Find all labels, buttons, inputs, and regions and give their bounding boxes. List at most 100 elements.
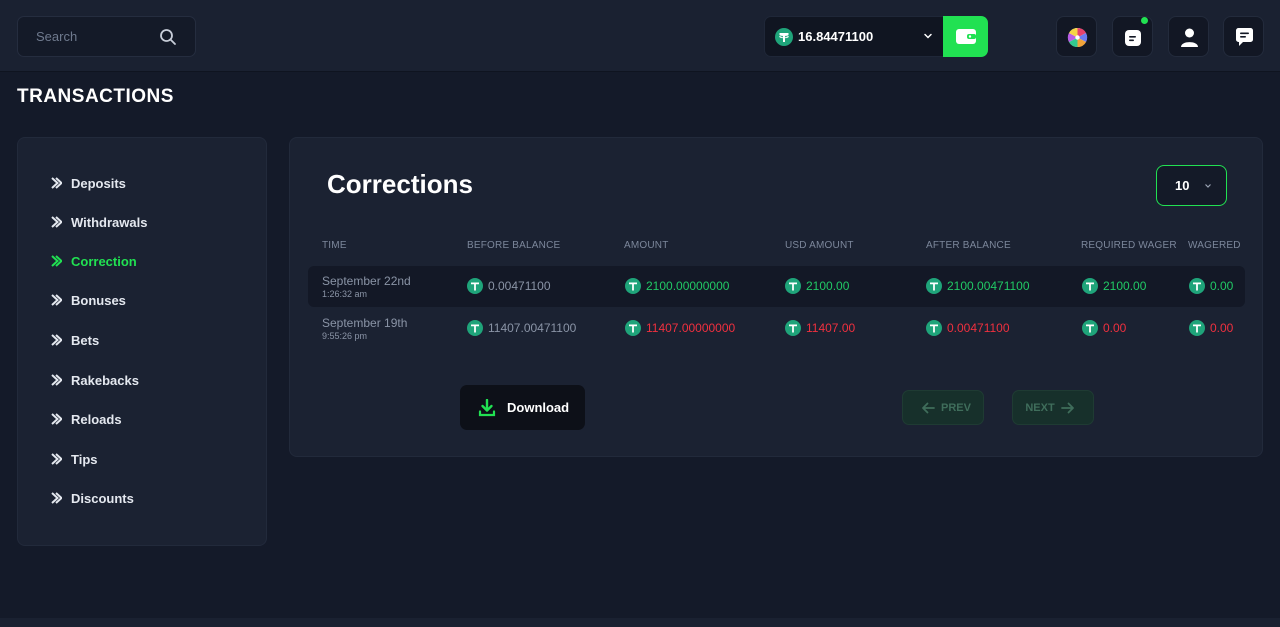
search-icon[interactable] — [159, 28, 177, 46]
tether-coin-icon — [1082, 278, 1098, 294]
row-date: September 22nd — [322, 274, 411, 288]
after-balance-cell: 0.00471100 — [926, 320, 1010, 336]
row-time: 1:26:32 am — [322, 289, 368, 299]
sidebar-item-bonuses[interactable]: Bonuses — [51, 290, 126, 310]
rewards-button[interactable] — [1112, 16, 1153, 57]
sidebar-item-withdrawals[interactable]: Withdrawals — [51, 212, 147, 232]
balance-value: 16.84471100 — [798, 29, 874, 44]
sidebar-item-label: Discounts — [71, 490, 134, 506]
table-row: September 19th 9:55:26 pm 11407.00471100… — [308, 308, 1245, 349]
arrow-right-icon — [51, 255, 62, 267]
tether-coin-icon — [926, 320, 942, 336]
wheel-icon — [1067, 27, 1088, 48]
tether-coin-icon — [625, 278, 641, 294]
sidebar-item-bets[interactable]: Bets — [51, 330, 99, 350]
tether-coin-icon — [785, 320, 801, 336]
profile-button[interactable] — [1168, 16, 1209, 57]
wallet-button[interactable] — [943, 16, 988, 57]
sidebar-item-label: Bets — [71, 332, 100, 348]
tether-coin-icon — [926, 278, 942, 294]
sidebar-item-deposits[interactable]: Deposits — [51, 173, 126, 193]
before-balance-cell: 0.00471100 — [467, 278, 551, 294]
chevron-down-icon — [1205, 184, 1211, 188]
required-wager-cell: 0.00 — [1082, 320, 1126, 336]
page-title: TRANSACTIONS — [17, 86, 174, 107]
amount-cell: 2100.00000000 — [625, 278, 729, 294]
search-input[interactable] — [18, 17, 158, 56]
download-button[interactable]: Download — [460, 385, 585, 430]
column-header-time: TIME — [322, 240, 347, 251]
tether-coin-icon — [467, 320, 483, 336]
prev-button[interactable]: PREV — [902, 390, 984, 425]
download-icon — [478, 398, 496, 416]
sidebar-item-label: Correction — [71, 253, 137, 269]
column-header-wagered: WAGERED — [1188, 240, 1241, 251]
corrections-panel: Corrections 10 TIME BEFORE BALANCE AMOUN… — [289, 137, 1263, 457]
search-box[interactable] — [17, 16, 196, 57]
sidebar-item-reloads[interactable]: Reloads — [51, 409, 122, 429]
usd-amount-cell: 11407.00 — [785, 320, 855, 336]
next-button[interactable]: NEXT — [1012, 390, 1094, 425]
tether-coin-icon — [1189, 320, 1205, 336]
top-bar: 16.84471100 — [0, 0, 1280, 72]
sidebar-item-label: Rakebacks — [71, 372, 139, 388]
footer-edge — [0, 618, 1280, 627]
sidebar-item-label: Reloads — [71, 411, 122, 427]
sidebar-item-discounts[interactable]: Discounts — [51, 488, 134, 508]
next-label: NEXT — [1025, 401, 1055, 414]
sidebar-item-correction[interactable]: Correction — [51, 251, 137, 271]
per-page-value: 10 — [1175, 178, 1190, 193]
panel-title: Corrections — [327, 169, 473, 199]
row-time: 9:55:26 pm — [322, 331, 368, 341]
after-balance-cell: 2100.00471100 — [926, 278, 1030, 294]
tether-coin-icon — [785, 278, 801, 294]
wheel-button[interactable] — [1056, 16, 1097, 57]
arrow-right-icon — [51, 216, 62, 228]
column-header-usd-amount: USD AMOUNT — [785, 240, 854, 251]
arrow-right-icon — [51, 334, 62, 346]
sidebar-item-label: Withdrawals — [71, 214, 148, 230]
notification-dot — [1141, 17, 1148, 24]
sidebar-item-rakebacks[interactable]: Rakebacks — [51, 370, 139, 390]
arrow-right-icon — [51, 453, 62, 465]
wagered-cell: 0.00 — [1189, 320, 1233, 336]
wagered-cell: 0.00 — [1189, 278, 1233, 294]
arrow-right-icon — [51, 177, 62, 189]
column-header-required-wager: REQUIRED WAGER — [1081, 240, 1177, 251]
amount-cell: 11407.00000000 — [625, 320, 735, 336]
sidebar-item-label: Deposits — [71, 175, 126, 191]
tether-coin-icon — [1189, 278, 1205, 294]
user-icon — [1181, 28, 1198, 47]
table-row: September 22nd 1:26:32 am 0.00471100 210… — [308, 266, 1245, 307]
column-header-before-balance: BEFORE BALANCE — [467, 240, 561, 251]
column-header-amount: AMOUNT — [624, 240, 669, 251]
download-label: Download — [507, 400, 570, 415]
arrow-right-icon — [51, 294, 62, 306]
tether-coin-icon — [1082, 320, 1098, 336]
chat-icon — [1236, 28, 1253, 46]
rewards-icon — [1125, 30, 1141, 46]
tether-coin-icon — [467, 278, 483, 294]
balance-selector[interactable]: 16.84471100 — [764, 16, 944, 57]
sidebar-item-tips[interactable]: Tips — [51, 449, 98, 469]
arrow-right-icon — [51, 492, 62, 504]
sidebar: Deposits Withdrawals Correction Bonuses … — [17, 137, 267, 546]
sidebar-item-label: Tips — [71, 451, 98, 467]
arrow-right-icon — [51, 413, 62, 425]
sidebar-item-label: Bonuses — [71, 292, 126, 308]
usd-amount-cell: 2100.00 — [785, 278, 849, 294]
arrow-left-icon — [922, 402, 935, 413]
per-page-select[interactable]: 10 — [1156, 165, 1227, 206]
prev-label: PREV — [941, 401, 971, 414]
arrow-right-icon — [1060, 402, 1074, 413]
column-header-after-balance: AFTER BALANCE — [926, 240, 1011, 251]
arrow-right-icon — [51, 374, 62, 386]
row-date: September 19th — [322, 316, 408, 330]
tether-coin-icon — [775, 28, 793, 46]
before-balance-cell: 11407.00471100 — [467, 320, 576, 336]
required-wager-cell: 2100.00 — [1082, 278, 1146, 294]
tether-coin-icon — [625, 320, 641, 336]
chevron-down-icon[interactable] — [923, 31, 933, 41]
wallet-icon — [956, 29, 976, 44]
chat-button[interactable] — [1223, 16, 1264, 57]
